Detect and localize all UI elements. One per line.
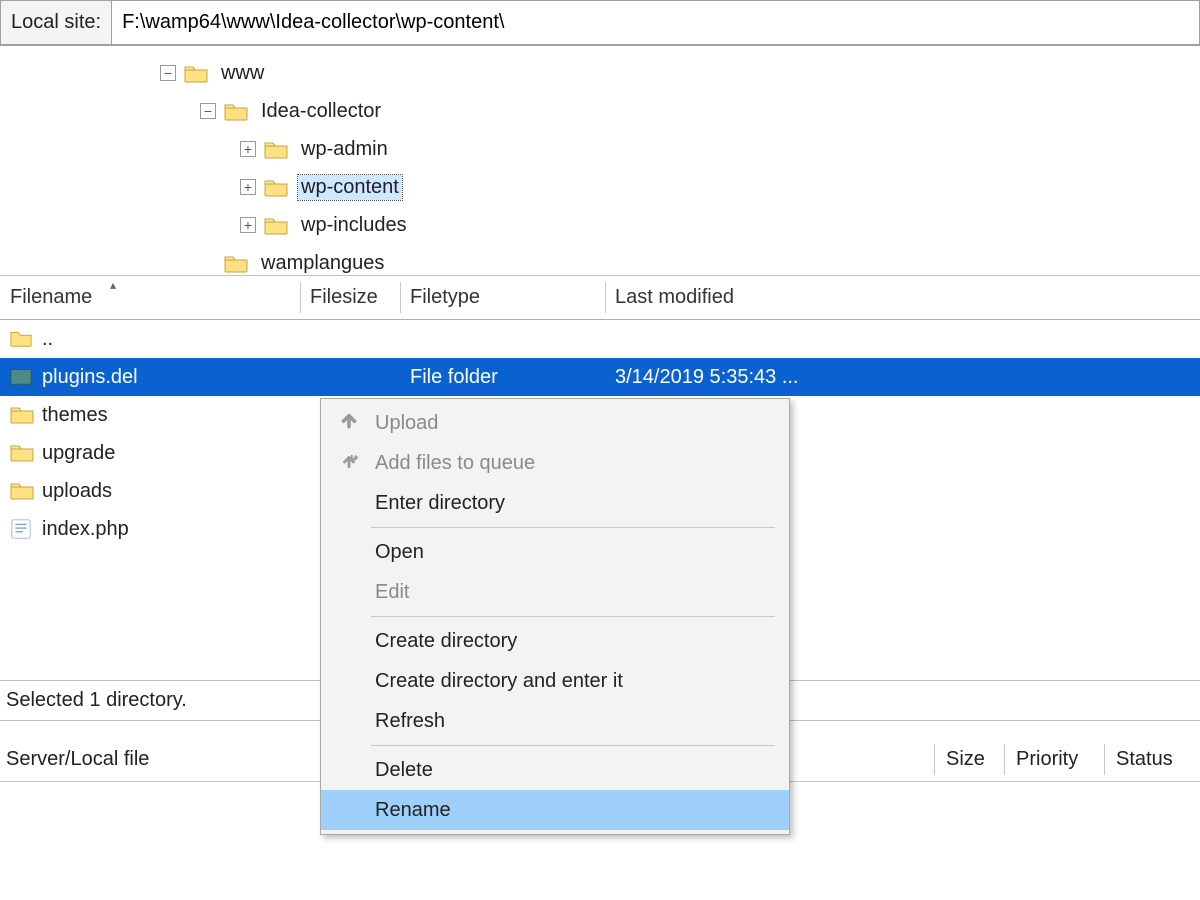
folder-icon bbox=[264, 139, 288, 159]
file-name: index.php bbox=[42, 518, 129, 541]
column-label: Filename bbox=[10, 286, 92, 308]
file-list-header: Filename ▴ Filesize Filetype Last modifi… bbox=[0, 276, 1200, 320]
menu-item-label: Delete bbox=[369, 759, 777, 782]
address-label: Local site: bbox=[0, 0, 112, 45]
menu-item-label: Edit bbox=[369, 581, 777, 604]
file-modified: 3/14/2019 5:35:43 ... bbox=[605, 366, 1200, 389]
address-input[interactable] bbox=[112, 0, 1200, 45]
menu-item-label: Add files to queue bbox=[369, 452, 777, 475]
add-to-queue-icon bbox=[329, 452, 369, 474]
tree-item-label: www bbox=[218, 61, 267, 86]
folder-icon bbox=[184, 63, 208, 83]
folder-tree[interactable]: − www− Idea-collector+ wp-admin+ wp-cont… bbox=[0, 46, 1200, 276]
tree-item[interactable]: + wp-admin bbox=[0, 130, 1200, 168]
menu-item[interactable]: Refresh bbox=[321, 701, 789, 741]
expand-icon[interactable]: + bbox=[240, 141, 256, 157]
tree-item-label: Idea-collector bbox=[258, 99, 384, 124]
folder-icon bbox=[264, 177, 288, 197]
menu-item[interactable]: Create directory bbox=[321, 621, 789, 661]
menu-separator bbox=[371, 527, 775, 528]
php-file-icon bbox=[10, 518, 32, 540]
menu-item[interactable]: Create directory and enter it bbox=[321, 661, 789, 701]
menu-item[interactable]: Open bbox=[321, 532, 789, 572]
menu-item-label: Enter directory bbox=[369, 492, 777, 515]
expand-icon[interactable]: + bbox=[240, 217, 256, 233]
collapse-icon[interactable]: − bbox=[200, 103, 216, 119]
tree-item-label: wp-content bbox=[298, 175, 402, 200]
tree-item[interactable]: − Idea-collector bbox=[0, 92, 1200, 130]
address-bar: Local site: bbox=[0, 0, 1200, 46]
xfer-col-status[interactable]: Status bbox=[1104, 748, 1194, 771]
folder-icon bbox=[10, 480, 32, 502]
xfer-col-priority[interactable]: Priority bbox=[1004, 748, 1104, 771]
file-name: uploads bbox=[42, 480, 112, 503]
context-menu[interactable]: Upload Add files to queue Enter directory… bbox=[320, 398, 790, 835]
menu-separator bbox=[371, 745, 775, 746]
column-header-filetype[interactable]: Filetype bbox=[400, 276, 605, 319]
folder-icon bbox=[10, 404, 32, 426]
folder-icon bbox=[10, 366, 32, 388]
file-row[interactable]: .. bbox=[0, 320, 1200, 358]
file-name: .. bbox=[42, 328, 53, 351]
tree-item-label: wp-admin bbox=[298, 137, 391, 162]
file-type: File folder bbox=[400, 366, 605, 389]
xfer-col-size[interactable]: Size bbox=[934, 748, 1004, 771]
tree-item-label: wp-includes bbox=[298, 213, 410, 238]
menu-item-label: Refresh bbox=[369, 710, 777, 733]
tree-item[interactable]: − www bbox=[0, 54, 1200, 92]
menu-item-label: Open bbox=[369, 541, 777, 564]
column-header-filename[interactable]: Filename ▴ bbox=[0, 276, 300, 319]
tree-item-label: wamplangues bbox=[258, 251, 387, 276]
folder-icon bbox=[224, 253, 248, 273]
expand-icon[interactable]: + bbox=[240, 179, 256, 195]
menu-item[interactable]: Rename bbox=[321, 790, 789, 830]
tree-item[interactable]: + wp-includes bbox=[0, 206, 1200, 244]
menu-item-label: Rename bbox=[369, 799, 777, 822]
menu-item: Upload bbox=[321, 403, 789, 443]
menu-item: Add files to queue bbox=[321, 443, 789, 483]
file-name: upgrade bbox=[42, 442, 115, 465]
column-header-filesize[interactable]: Filesize bbox=[300, 276, 400, 319]
column-header-modified[interactable]: Last modified bbox=[605, 276, 1200, 319]
menu-item[interactable]: Delete bbox=[321, 750, 789, 790]
collapse-icon[interactable]: − bbox=[160, 65, 176, 81]
upload-icon bbox=[329, 412, 369, 434]
folder-icon bbox=[224, 101, 248, 121]
tree-item[interactable]: wamplangues bbox=[0, 244, 1200, 276]
menu-item-label: Upload bbox=[369, 412, 777, 435]
tree-item[interactable]: + wp-content bbox=[0, 168, 1200, 206]
menu-item-label: Create directory and enter it bbox=[369, 670, 777, 693]
file-name: plugins.del bbox=[42, 366, 138, 389]
folder-icon bbox=[264, 215, 288, 235]
menu-item[interactable]: Enter directory bbox=[321, 483, 789, 523]
file-row[interactable]: plugins.del File folder3/14/2019 5:35:43 … bbox=[0, 358, 1200, 396]
sort-indicator-icon: ▴ bbox=[110, 278, 116, 292]
file-name: themes bbox=[42, 404, 108, 427]
folder-icon bbox=[10, 442, 32, 464]
menu-separator bbox=[371, 616, 775, 617]
menu-item: Edit bbox=[321, 572, 789, 612]
folder-icon bbox=[10, 328, 32, 350]
menu-item-label: Create directory bbox=[369, 630, 777, 653]
